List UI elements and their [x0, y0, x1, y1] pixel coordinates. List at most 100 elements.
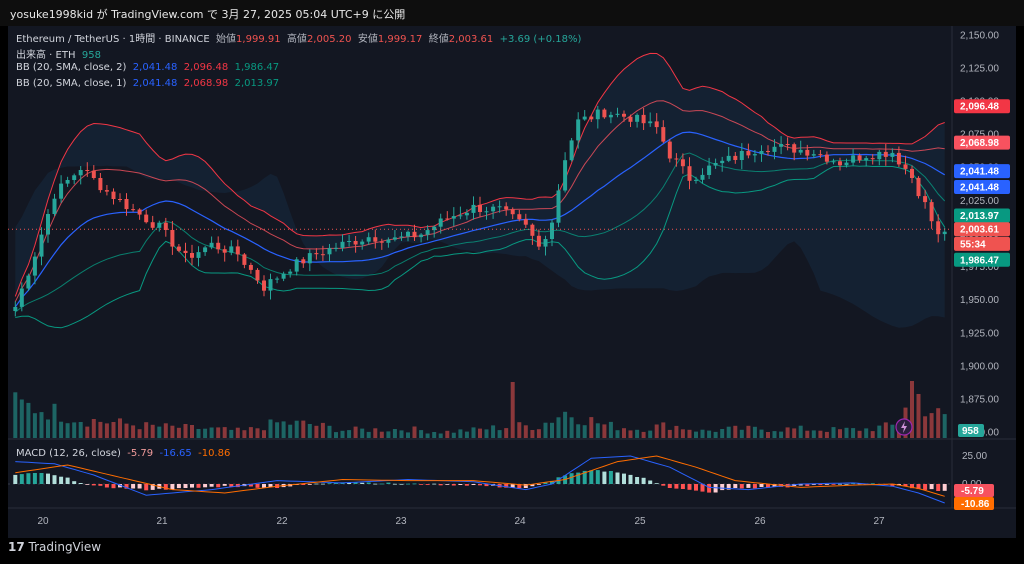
volume-bar — [399, 430, 404, 438]
candle-body — [78, 170, 83, 176]
candle-body — [831, 161, 836, 163]
volume-bar — [78, 422, 83, 438]
bb2-label: BB (20, SMA, close, 2) — [16, 62, 127, 73]
candle-body — [190, 253, 194, 258]
volume-bar — [556, 417, 561, 438]
high-value: 2,005.20 — [306, 34, 352, 45]
price-chart[interactable]: 2,150.002,125.002,100.002,075.002,050.00… — [8, 26, 1016, 538]
candle-body — [700, 174, 705, 180]
volume-bar — [838, 429, 842, 438]
candle-body — [478, 204, 482, 212]
candle-body — [157, 222, 162, 228]
volume-bar — [811, 430, 816, 438]
volume-bar — [32, 413, 37, 438]
volume-bar — [582, 425, 587, 438]
macd-line-value: -16.65 — [159, 448, 192, 459]
macd-hist-bar — [209, 484, 214, 487]
time-tick-label: 22 — [276, 516, 288, 527]
macd-hist-bar — [327, 483, 332, 484]
macd-hist-bar — [314, 483, 319, 485]
candle-body — [733, 155, 738, 160]
candle-body — [497, 206, 502, 208]
candle-body — [772, 146, 777, 152]
candle-body — [32, 256, 37, 276]
macd-hist-bar — [307, 484, 312, 485]
candle-body — [589, 116, 594, 120]
macd-hist-bar — [464, 484, 469, 486]
price-label: 2,096.48 — [960, 102, 999, 113]
candle-body — [327, 248, 332, 255]
chart-frame: yosuke1998kid が TradingView.com で 3月 27,… — [0, 0, 1024, 564]
volume-bar — [661, 422, 666, 438]
volume-bar — [242, 430, 247, 438]
candle-body — [726, 155, 731, 161]
macd-hist-bar — [595, 470, 600, 484]
volume-bar — [805, 430, 810, 438]
macd-hist-bar — [831, 484, 836, 485]
volume-bar — [641, 431, 646, 438]
macd-hist-bar — [13, 474, 18, 484]
volume-bar — [248, 427, 253, 438]
candle-body — [111, 191, 116, 199]
macd-hist-bar — [602, 471, 607, 484]
volume-bar — [307, 424, 312, 438]
volume-bar — [726, 426, 731, 438]
candle-body — [752, 154, 757, 156]
bb2-legend: BB (20, SMA, close, 2) 2,041.48 2,096.48… — [16, 62, 279, 73]
price-label: 55:34 — [960, 239, 986, 250]
macd-hist-bar — [46, 473, 50, 484]
volume-bar — [118, 418, 122, 438]
volume-bar — [523, 425, 528, 438]
volume-legend: 出来高 · ETH 958 — [16, 46, 101, 61]
candle-body — [903, 164, 908, 169]
candle-body — [896, 152, 901, 165]
volume-bar — [694, 431, 698, 438]
candle-body — [779, 144, 784, 147]
chart-canvas[interactable]: 2,150.002,125.002,100.002,075.002,050.00… — [8, 26, 1016, 538]
volume-bar — [131, 425, 136, 438]
candle-body — [608, 114, 613, 118]
volume-bar — [589, 417, 594, 438]
volume-bar — [569, 417, 574, 438]
volume-bar — [883, 422, 888, 438]
volume-bar — [386, 431, 391, 438]
macd-hist-bar — [720, 484, 725, 491]
candle-body — [301, 259, 306, 264]
bb1-label: BB (20, SMA, close, 1) — [16, 78, 127, 89]
candle-body — [26, 275, 31, 289]
candle-body — [242, 254, 247, 265]
candle-body — [419, 234, 424, 238]
volume-bar — [438, 433, 443, 438]
bb2-lower: 1,986.47 — [234, 62, 280, 73]
macd-hist-bar — [72, 481, 77, 484]
candle-body — [628, 116, 633, 122]
candle-body — [687, 166, 692, 181]
volume-bar — [425, 433, 430, 438]
macd-hist-bar — [478, 484, 482, 486]
macd-hist-bar — [26, 473, 31, 484]
volume-bar — [720, 429, 725, 438]
volume-bar — [262, 430, 266, 438]
macd-hist-bar — [262, 484, 266, 488]
price-tick-label: 2,125.00 — [960, 63, 999, 74]
volume-bar — [294, 420, 299, 438]
candle-body — [936, 221, 941, 235]
macd-hist-bar — [608, 471, 613, 484]
brand-footer: 17 TradingView — [8, 540, 101, 554]
volume-bar — [635, 429, 640, 438]
volume-bar — [170, 425, 175, 438]
volume-bar — [196, 429, 201, 438]
candle-body — [844, 162, 849, 166]
candle-body — [471, 204, 476, 213]
price-label: 2,041.48 — [960, 167, 999, 178]
candle-body — [59, 183, 64, 199]
candle-body — [694, 179, 698, 181]
candle-body — [805, 149, 810, 156]
candle-body — [877, 151, 882, 160]
candle-body — [314, 253, 319, 255]
volume-bar — [942, 414, 947, 438]
open-value: 1,999.91 — [236, 34, 281, 45]
macd-hist-bar — [137, 484, 142, 489]
macd-hist-bar — [85, 484, 90, 485]
macd-signal-line — [15, 455, 945, 497]
